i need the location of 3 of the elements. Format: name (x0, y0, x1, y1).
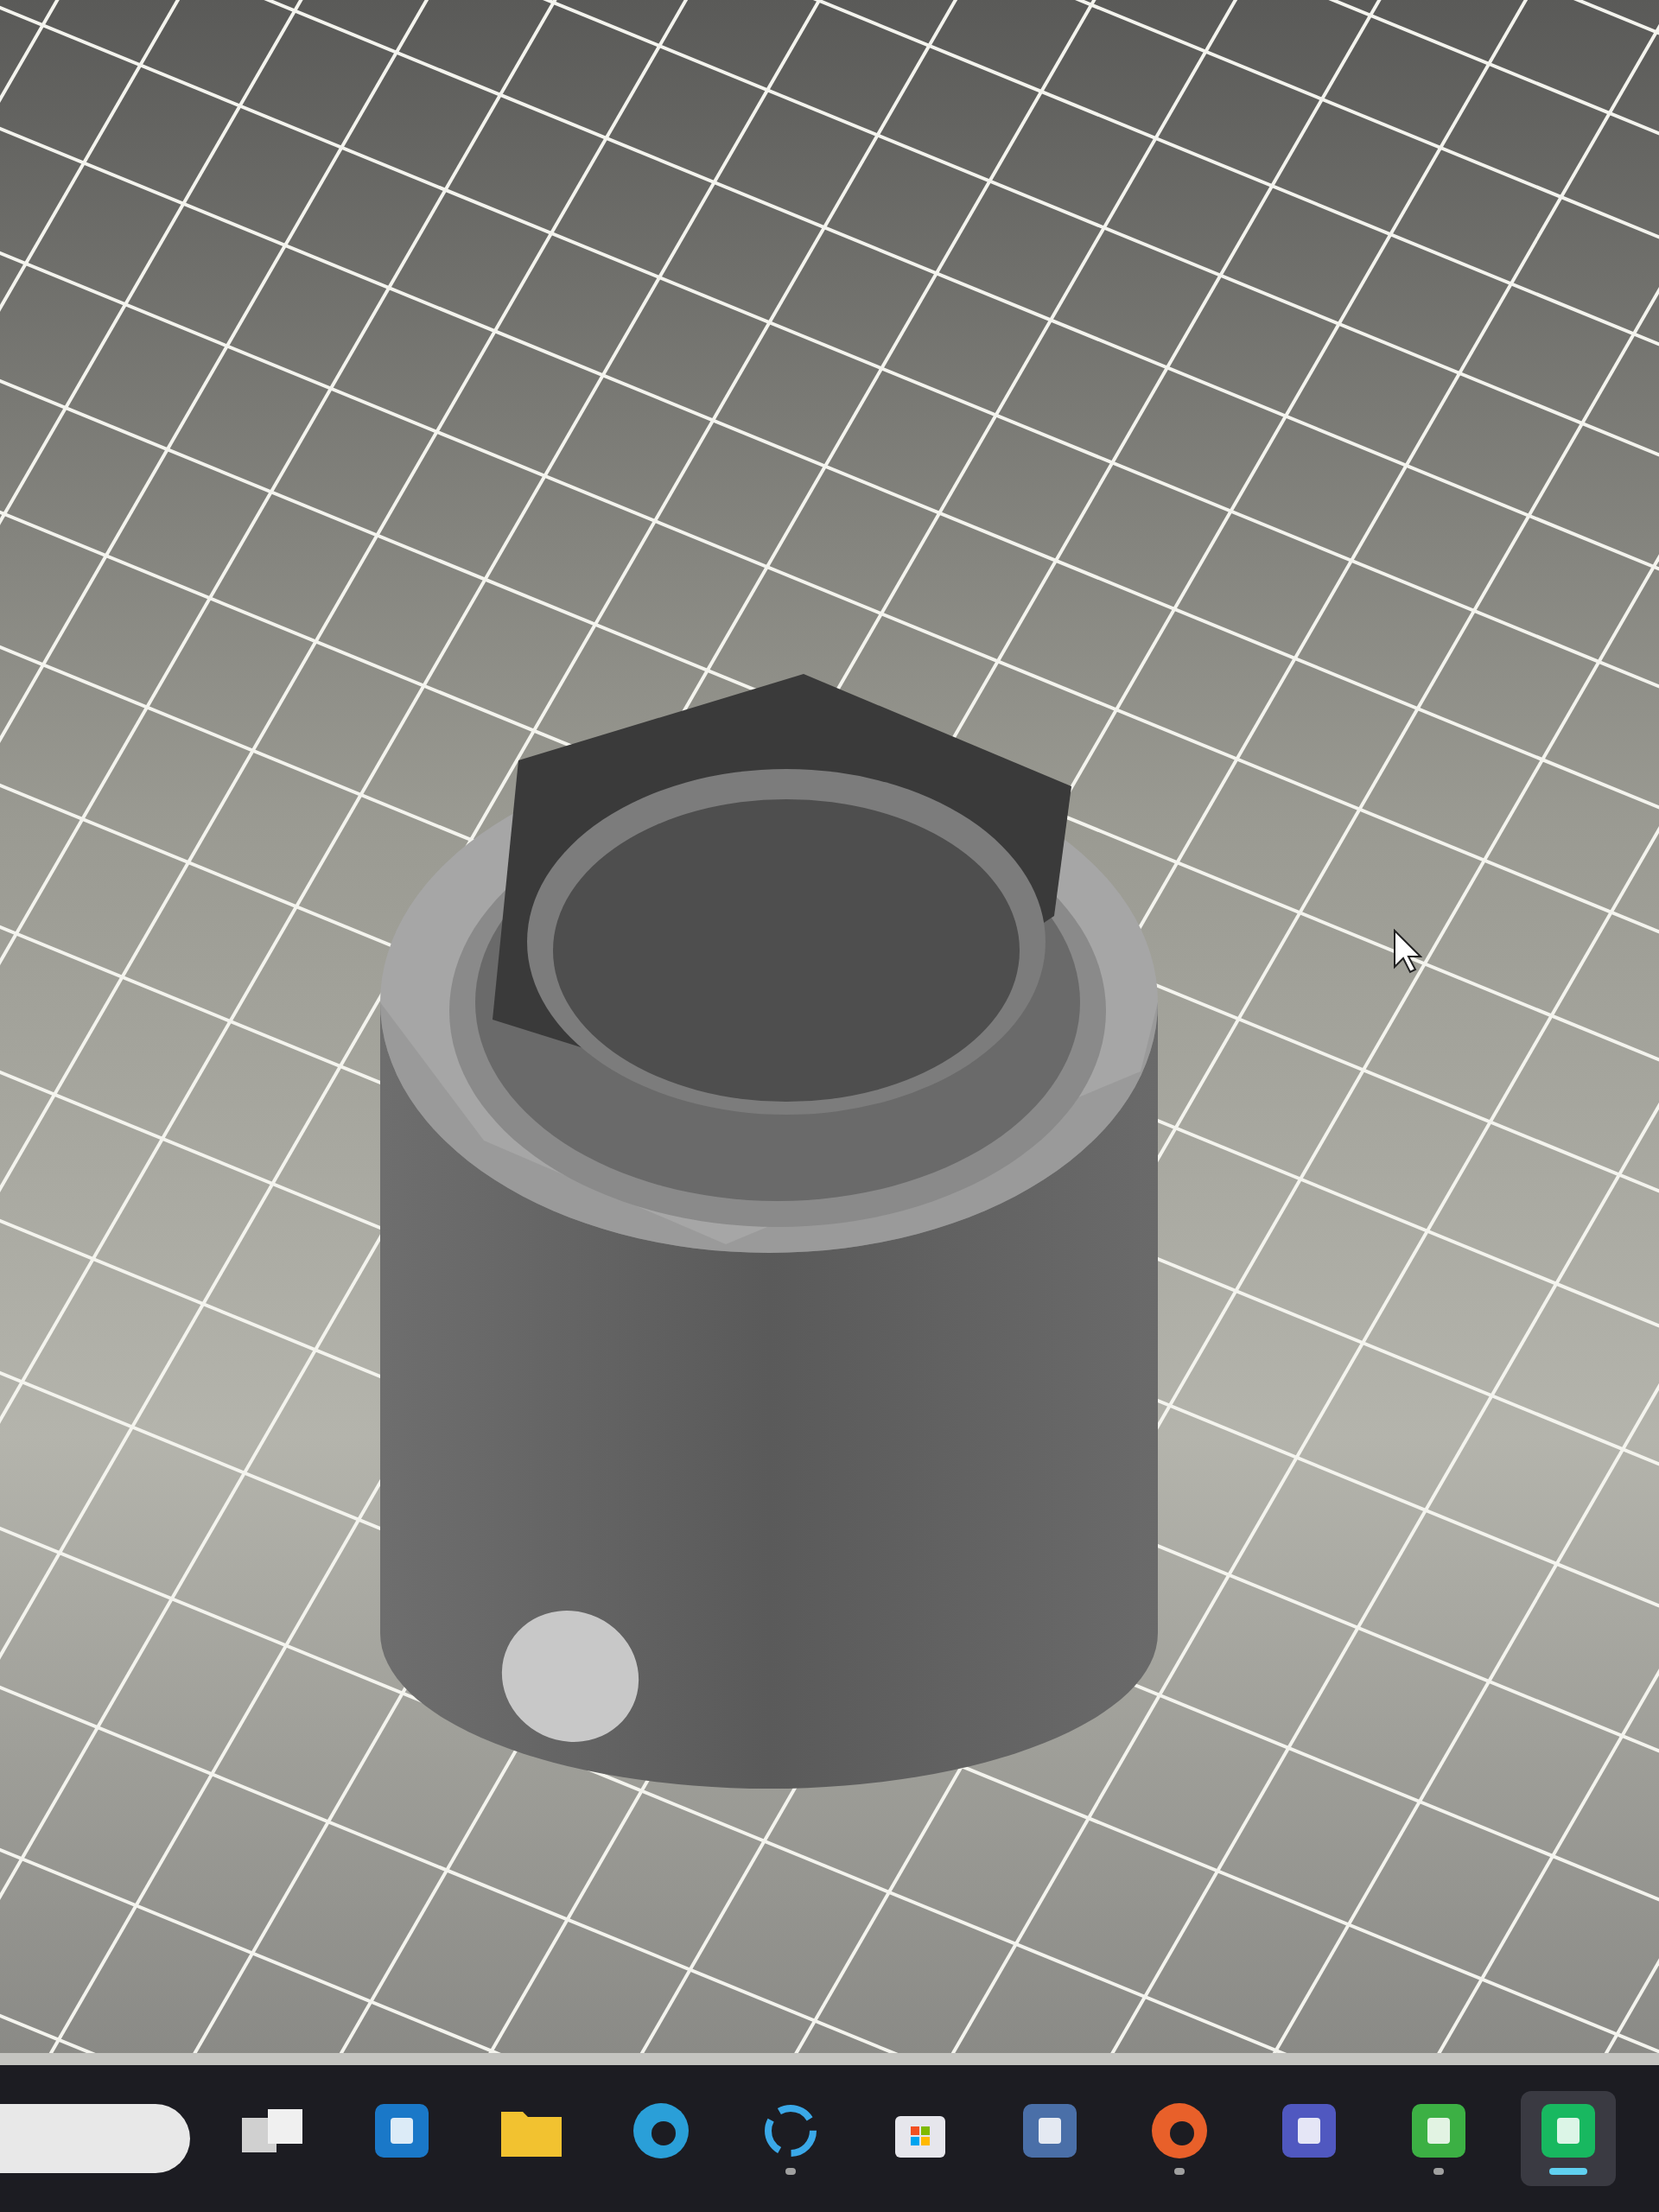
taskbar-button[interactable] (1521, 2091, 1616, 2186)
search-field[interactable] (0, 2104, 190, 2173)
mouse-pointer-icon (1393, 929, 1422, 974)
